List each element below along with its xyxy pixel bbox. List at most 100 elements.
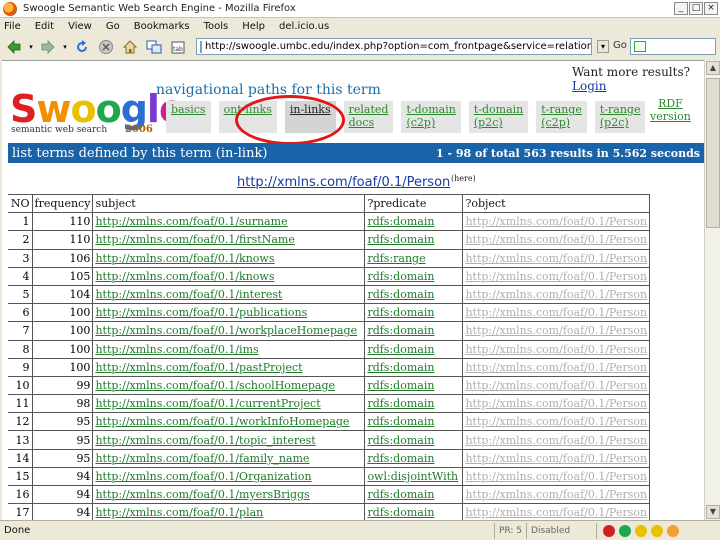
row-predicate-link[interactable]: rdfs:domain (364, 503, 463, 520)
object-uri-text[interactable]: http://xmlns.com/foaf/0.1/Person (465, 397, 647, 410)
swoogle-logo[interactable]: Swoogle semantic web search 2006 (10, 87, 185, 139)
row-object-link[interactable]: http://xmlns.com/foaf/0.1/Person (462, 303, 651, 323)
scroll-down-button[interactable]: ▼ (706, 505, 720, 519)
object-uri-link[interactable]: http://xmlns.com/foaf/0.1/Person (237, 175, 450, 190)
row-subject-link[interactable]: http://xmlns.com/foaf/0.1/schoolHomepage (92, 376, 365, 396)
scroll-thumb[interactable] (706, 78, 720, 228)
menu-delicious[interactable]: del.icio.us (279, 21, 329, 32)
row-predicate-link[interactable]: rdfs:domain (364, 430, 463, 450)
row-object-link[interactable]: http://xmlns.com/foaf/0.1/Person (462, 267, 651, 286)
row-predicate-link[interactable]: rdfs:domain (364, 485, 463, 505)
row-object-link[interactable]: http://xmlns.com/foaf/0.1/Person (462, 394, 651, 414)
row-object-link[interactable]: http://xmlns.com/foaf/0.1/Person (462, 358, 651, 377)
row-subject-link[interactable]: http://xmlns.com/foaf/0.1/Organization (92, 467, 365, 487)
close-button[interactable]: × (704, 2, 718, 15)
maximize-button[interactable]: □ (689, 2, 703, 15)
stop-status-icon[interactable] (603, 524, 616, 537)
row-subject-link[interactable]: http://xmlns.com/foaf/0.1/workInfoHomepa… (92, 412, 365, 432)
row-object-link[interactable]: http://xmlns.com/foaf/0.1/Person (462, 430, 651, 450)
row-object-link[interactable]: http://xmlns.com/foaf/0.1/Person (462, 321, 651, 341)
row-predicate-link[interactable]: rdfs:domain (364, 212, 463, 232)
search-box[interactable] (630, 38, 716, 55)
tabs-button[interactable]: tab (167, 37, 189, 57)
back-button[interactable] (3, 37, 25, 57)
row-predicate-link[interactable]: rdfs:domain (364, 230, 463, 250)
row-object-link[interactable]: http://xmlns.com/foaf/0.1/Person (462, 449, 651, 468)
row-object-link[interactable]: http://xmlns.com/foaf/0.1/Person (462, 485, 651, 505)
menu-go[interactable]: Go (106, 21, 120, 32)
stop-button[interactable] (95, 37, 117, 57)
row-predicate-link[interactable]: rdfs:domain (364, 376, 463, 396)
row-subject-link[interactable]: http://xmlns.com/foaf/0.1/interest (92, 285, 365, 305)
row-object-link[interactable]: http://xmlns.com/foaf/0.1/Person (462, 340, 651, 359)
tab-ont-links[interactable]: ont-links (218, 101, 277, 133)
object-uri-text[interactable]: http://xmlns.com/foaf/0.1/Person (465, 270, 647, 283)
row-subject-link[interactable]: http://xmlns.com/foaf/0.1/surname (92, 212, 365, 232)
rdf-version-link[interactable]: RDF version (650, 97, 691, 123)
menu-tools[interactable]: Tools (204, 21, 229, 32)
object-uri-text[interactable]: http://xmlns.com/foaf/0.1/Person (465, 506, 647, 519)
row-subject-link[interactable]: http://xmlns.com/foaf/0.1/ims (92, 340, 365, 359)
row-subject-link[interactable]: http://xmlns.com/foaf/0.1/family_name (92, 449, 365, 468)
object-uri-text[interactable]: http://xmlns.com/foaf/0.1/Person (465, 343, 647, 356)
row-subject-link[interactable]: http://xmlns.com/foaf/0.1/workplaceHomep… (92, 321, 365, 341)
object-uri-text[interactable]: http://xmlns.com/foaf/0.1/Person (465, 215, 647, 228)
forward-button[interactable] (37, 37, 59, 57)
vertical-scrollbar[interactable]: ▲ ▼ (704, 60, 720, 520)
tab-in-links[interactable]: in-links (284, 101, 336, 133)
row-predicate-link[interactable]: rdfs:domain (364, 267, 463, 286)
row-subject-link[interactable]: http://xmlns.com/foaf/0.1/publications (92, 303, 365, 323)
row-object-link[interactable]: http://xmlns.com/foaf/0.1/Person (462, 285, 651, 305)
address-url[interactable]: http://swoogle.umbc.edu/index.php?option… (205, 41, 591, 52)
tab-basics[interactable]: basics (166, 101, 211, 133)
row-predicate-link[interactable]: rdfs:domain (364, 394, 463, 414)
row-object-link[interactable]: http://xmlns.com/foaf/0.1/Person (462, 376, 651, 396)
menu-help[interactable]: Help (242, 21, 265, 32)
row-object-link[interactable]: http://xmlns.com/foaf/0.1/Person (462, 412, 651, 432)
row-predicate-link[interactable]: rdfs:domain (364, 285, 463, 305)
row-predicate-link[interactable]: rdfs:domain (364, 449, 463, 468)
row-subject-link[interactable]: http://xmlns.com/foaf/0.1/knows (92, 249, 365, 268)
go-button[interactable]: Go (613, 40, 627, 51)
row-object-link[interactable]: http://xmlns.com/foaf/0.1/Person (462, 249, 651, 268)
login-link[interactable]: Login (572, 79, 606, 93)
menu-edit[interactable]: Edit (35, 21, 54, 32)
tab-t-domain-c2p[interactable]: t-domain (c2p) (401, 101, 461, 133)
object-uri-text[interactable]: http://xmlns.com/foaf/0.1/Person (465, 415, 647, 428)
row-predicate-link[interactable]: owl:disjointWith (364, 467, 463, 487)
object-uri-text[interactable]: http://xmlns.com/foaf/0.1/Person (465, 324, 647, 337)
address-dropdown[interactable]: ▾ (597, 40, 609, 53)
object-uri-text[interactable]: http://xmlns.com/foaf/0.1/Person (465, 434, 647, 447)
ok-status-icon[interactable] (619, 524, 632, 537)
tab-manager-button[interactable] (143, 37, 165, 57)
reload-button[interactable] (71, 37, 93, 57)
row-object-link[interactable]: http://xmlns.com/foaf/0.1/Person (462, 467, 651, 487)
row-subject-link[interactable]: http://xmlns.com/foaf/0.1/firstName (92, 230, 365, 250)
row-predicate-link[interactable]: rdfs:domain (364, 340, 463, 359)
object-uri-text[interactable]: http://xmlns.com/foaf/0.1/Person (465, 361, 647, 374)
row-subject-link[interactable]: http://xmlns.com/foaf/0.1/topic_interest (92, 430, 365, 450)
address-bar[interactable]: http://swoogle.umbc.edu/index.php?option… (196, 38, 592, 55)
row-object-link[interactable]: http://xmlns.com/foaf/0.1/Person (462, 230, 651, 250)
object-uri-text[interactable]: http://xmlns.com/foaf/0.1/Person (465, 252, 647, 265)
tab-related-docs[interactable]: related docs (343, 101, 394, 133)
row-predicate-link[interactable]: rdfs:range (364, 249, 463, 268)
object-uri-text[interactable]: http://xmlns.com/foaf/0.1/Person (465, 288, 647, 301)
scroll-up-button[interactable]: ▲ (706, 61, 720, 75)
row-subject-link[interactable]: http://xmlns.com/foaf/0.1/knows (92, 267, 365, 286)
object-uri-text[interactable]: http://xmlns.com/foaf/0.1/Person (465, 306, 647, 319)
object-uri-text[interactable]: http://xmlns.com/foaf/0.1/Person (465, 452, 647, 465)
row-predicate-link[interactable]: rdfs:domain (364, 303, 463, 323)
object-uri-text[interactable]: http://xmlns.com/foaf/0.1/Person (465, 470, 647, 483)
menu-bookmarks[interactable]: Bookmarks (134, 21, 190, 32)
tab-t-range-p2c[interactable]: t-range (p2c) (594, 101, 646, 133)
forward-dropdown[interactable]: ▾ (61, 37, 69, 57)
minimize-button[interactable]: _ (674, 2, 688, 15)
smiley-alt-icon[interactable] (651, 524, 664, 537)
row-predicate-link[interactable]: rdfs:domain (364, 412, 463, 432)
object-uri-text[interactable]: http://xmlns.com/foaf/0.1/Person (465, 233, 647, 246)
home-button[interactable] (119, 37, 141, 57)
row-subject-link[interactable]: http://xmlns.com/foaf/0.1/pastProject (92, 358, 365, 377)
row-object-link[interactable]: http://xmlns.com/foaf/0.1/Person (462, 212, 651, 232)
weather-icon[interactable] (667, 524, 680, 537)
